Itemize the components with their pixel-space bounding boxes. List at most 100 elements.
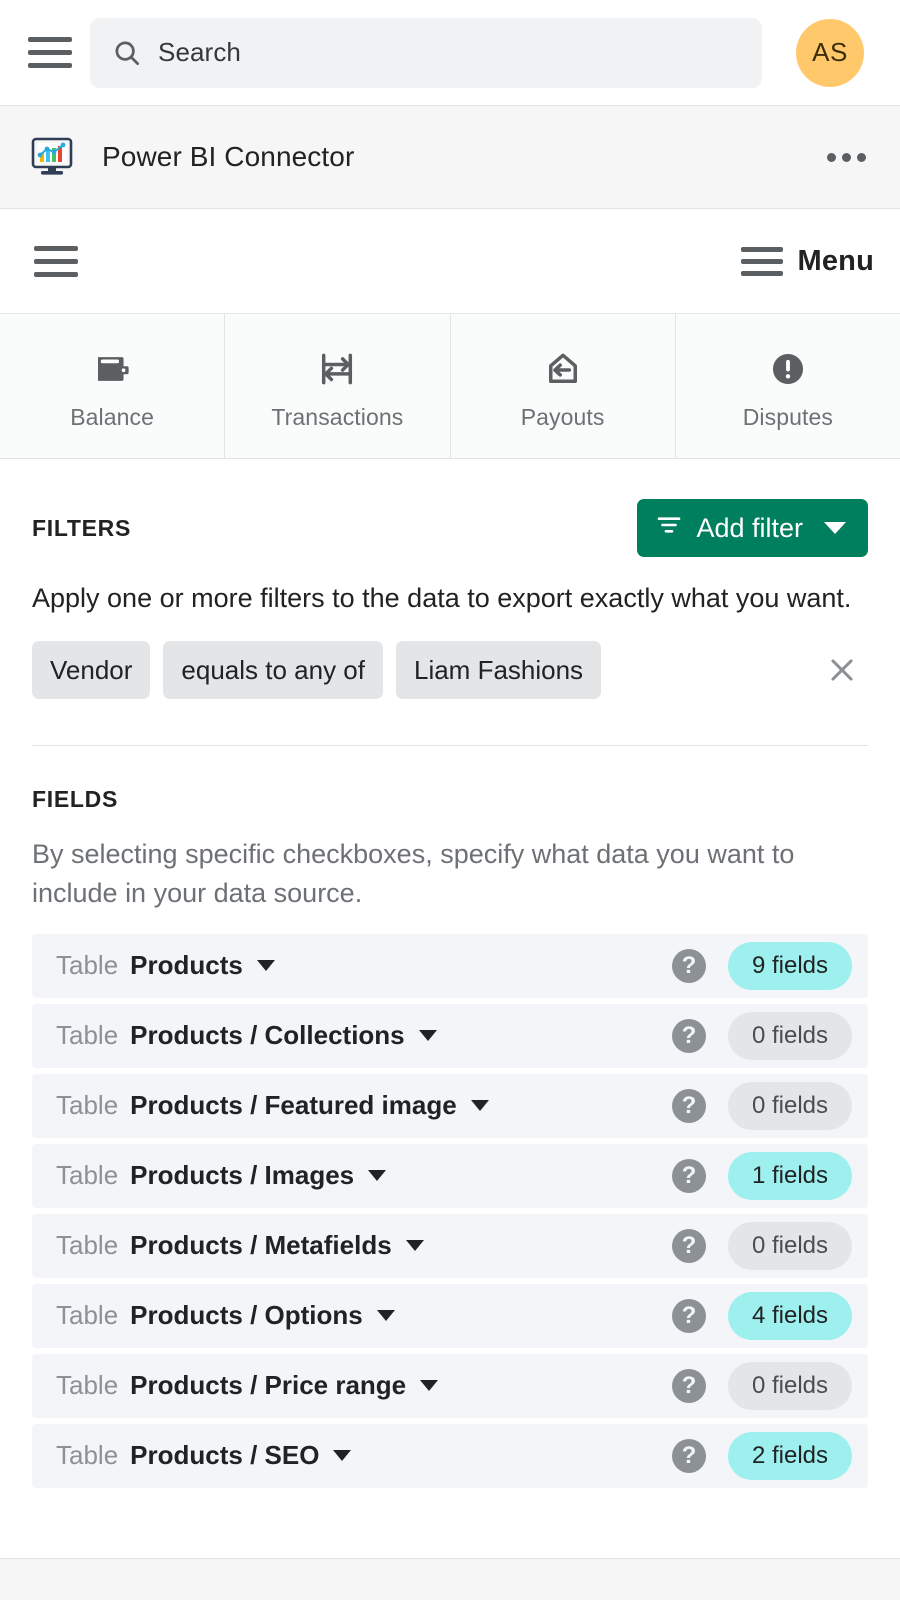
dot <box>827 152 836 162</box>
app-header: Power BI Connector <box>0 106 900 209</box>
table-row-name: Products / Featured image <box>130 1090 457 1121</box>
table-row[interactable]: Table Products ? 9 fields <box>32 933 868 998</box>
alert-circle-icon <box>767 346 809 392</box>
chevron-down-icon[interactable] <box>256 960 275 972</box>
field-count-badge: 0 fields <box>728 1081 852 1130</box>
table-row-name: Products / Collections <box>130 1020 405 1051</box>
table-row-type: Table <box>56 1020 119 1051</box>
help-circle-icon[interactable]: ? <box>672 1088 706 1123</box>
table-row-label: Table Products / Price range <box>56 1370 672 1401</box>
hamburger-line <box>34 258 78 264</box>
table-row[interactable]: Table Products / Featured image ? 0 fiel… <box>32 1073 868 1138</box>
tab-disputes-label: Disputes <box>742 403 834 430</box>
chevron-down-icon <box>824 522 846 534</box>
table-row-type: Table <box>56 950 119 981</box>
table-row-name: Products / Images <box>130 1160 355 1191</box>
table-row-label: Table Products / Featured image <box>56 1090 672 1121</box>
field-count-badge: 0 fields <box>728 1221 852 1270</box>
help-circle-icon[interactable]: ? <box>672 1368 706 1403</box>
table-row[interactable]: Table Products / Options ? 4 fields <box>32 1283 868 1348</box>
transfer-icon <box>316 346 358 392</box>
menu-button-label: Menu <box>797 244 874 277</box>
power-bi-connector-icon <box>30 137 74 177</box>
chevron-down-icon[interactable] <box>418 1030 437 1042</box>
hamburger-line <box>741 270 784 276</box>
filter-value-chip[interactable]: Liam Fashions <box>395 641 602 700</box>
filter-icon <box>655 511 683 546</box>
filters-header: FILTERS Add filter <box>32 459 868 557</box>
hamburger-line <box>34 245 78 251</box>
fields-description: By selecting specific checkboxes, specif… <box>32 839 795 908</box>
filters-title: FILTERS <box>32 514 132 541</box>
table-row[interactable]: Table Products / Price range ? 0 fields <box>32 1353 868 1418</box>
filter-row: Vendor equals to any of Liam Fashions <box>32 641 868 700</box>
table-row-label: Table Products / SEO <box>56 1440 672 1471</box>
tab-payouts-label: Payouts <box>520 403 605 430</box>
filters-description: Apply one or more filters to the data to… <box>32 583 852 613</box>
search-icon <box>112 38 142 68</box>
table-row-name: Products / SEO <box>130 1440 320 1471</box>
table-row[interactable]: Table Products / Images ? 1 fields <box>32 1143 868 1208</box>
table-row-label: Table Products / Metafields <box>56 1230 672 1261</box>
tab-payouts[interactable]: Payouts <box>451 314 676 458</box>
table-row-name: Products / Price range <box>130 1370 407 1401</box>
tab-balance[interactable]: Balance <box>0 314 226 458</box>
help-circle-icon[interactable]: ? <box>672 1018 706 1053</box>
dot <box>857 152 866 162</box>
table-row-type: Table <box>56 1230 119 1261</box>
more-horizontal-icon[interactable] <box>821 139 872 176</box>
help-circle-icon[interactable]: ? <box>672 1158 706 1193</box>
hamburger-line <box>34 271 78 277</box>
bank-arrow-icon <box>542 346 584 392</box>
hamburger-line <box>741 258 784 264</box>
chevron-down-icon[interactable] <box>376 1310 395 1322</box>
tab-transactions-label: Transactions <box>271 403 404 430</box>
table-row-label: Table Products <box>56 950 672 981</box>
tab-strip: Balance Transactions Payouts Disputes <box>0 314 900 459</box>
fields-table: Table Products ? 9 fields Table Products… <box>32 933 868 1488</box>
hamburger-line <box>28 37 72 42</box>
close-icon[interactable] <box>816 644 868 696</box>
table-row[interactable]: Table Products / Collections ? 0 fields <box>32 1003 868 1068</box>
chevron-down-icon[interactable] <box>333 1450 352 1462</box>
avatar[interactable]: AS <box>796 18 864 87</box>
table-row-type: Table <box>56 1370 119 1401</box>
chevron-down-icon[interactable] <box>420 1380 439 1392</box>
search-placeholder: Search <box>158 37 241 67</box>
help-circle-icon[interactable]: ? <box>672 1298 706 1333</box>
footer-bar <box>0 1558 900 1600</box>
search-input[interactable]: Search <box>90 17 762 88</box>
menu-button[interactable]: Menu <box>741 245 874 278</box>
field-count-badge: 1 fields <box>728 1151 852 1200</box>
tab-transactions[interactable]: Transactions <box>225 314 451 458</box>
table-row-type: Table <box>56 1300 119 1331</box>
table-row-type: Table <box>56 1160 119 1191</box>
add-filter-button[interactable]: Add filter <box>637 499 868 557</box>
help-circle-icon[interactable]: ? <box>672 1228 706 1263</box>
tab-disputes[interactable]: Disputes <box>676 314 900 458</box>
chevron-down-icon[interactable] <box>405 1240 424 1252</box>
table-row-label: Table Products / Options <box>56 1300 672 1331</box>
fields-title: FIELDS <box>32 786 118 813</box>
field-count-badge: 0 fields <box>728 1361 852 1410</box>
table-row[interactable]: Table Products / SEO ? 2 fields <box>32 1423 868 1488</box>
help-circle-icon[interactable]: ? <box>672 1438 706 1473</box>
hamburger-icon[interactable] <box>22 25 78 81</box>
help-circle-icon[interactable]: ? <box>672 948 706 983</box>
chevron-down-icon[interactable] <box>470 1100 489 1112</box>
tab-balance-label: Balance <box>70 403 155 430</box>
table-row-name: Products <box>130 950 243 981</box>
filter-field-chip[interactable]: Vendor <box>32 641 151 700</box>
fields-header: FIELDS <box>32 746 868 813</box>
table-row[interactable]: Table Products / Metafields ? 0 fields <box>32 1213 868 1278</box>
field-count-badge: 0 fields <box>728 1011 852 1060</box>
field-count-badge: 2 fields <box>728 1431 852 1480</box>
top-bar: Search AS <box>0 0 900 106</box>
table-row-name: Products / Options <box>130 1300 363 1331</box>
hamburger-line <box>28 50 72 55</box>
app-hamburger-icon[interactable] <box>28 233 84 289</box>
filter-operator-chip[interactable]: equals to any of <box>163 641 383 700</box>
chevron-down-icon[interactable] <box>368 1170 387 1182</box>
add-filter-label: Add filter <box>696 512 803 543</box>
hamburger-icon <box>741 246 784 276</box>
